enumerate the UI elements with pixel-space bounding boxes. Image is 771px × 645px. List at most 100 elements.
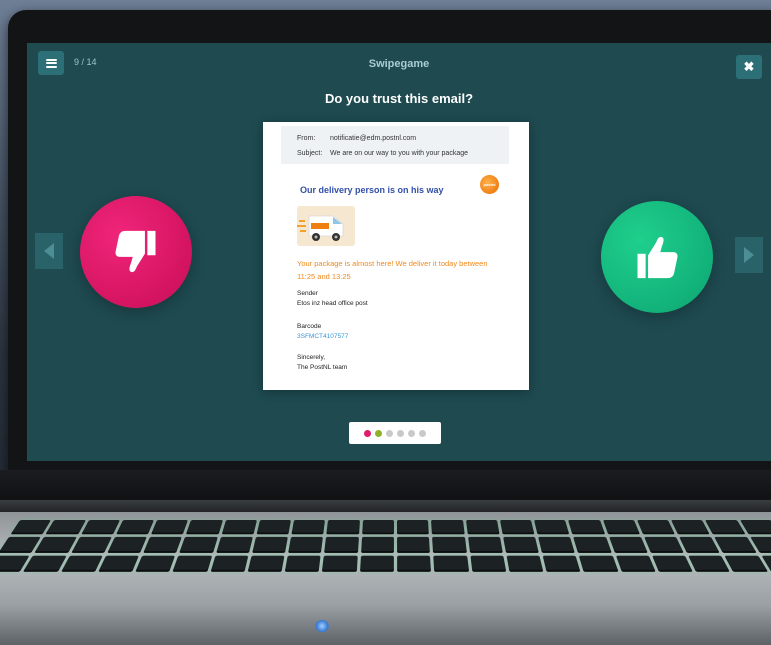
close-icon: ✖ bbox=[743, 59, 755, 74]
keyboard-key bbox=[602, 520, 640, 535]
chevron-right-icon bbox=[744, 247, 754, 263]
signature-text: The PostNL team bbox=[297, 364, 348, 371]
keyboard-key bbox=[210, 555, 249, 572]
email-from-value: notificatie@edm.postnl.com bbox=[330, 135, 417, 142]
keyboard-key bbox=[322, 555, 358, 572]
keyboard-key bbox=[284, 555, 322, 572]
keyboard-key bbox=[247, 555, 285, 572]
keyboard-key bbox=[671, 520, 711, 535]
keyboard-key bbox=[324, 537, 359, 553]
email-subject-row: Subject: We are on our way to you with y… bbox=[297, 150, 468, 157]
keyboard-key bbox=[172, 555, 212, 572]
trust-button[interactable] bbox=[601, 201, 713, 313]
keyboard-key bbox=[714, 537, 757, 553]
keyboard-key bbox=[80, 520, 120, 535]
keyboard-key bbox=[534, 520, 570, 535]
keyboard-key bbox=[651, 555, 693, 572]
keyboard-key bbox=[115, 520, 155, 535]
close-button[interactable]: ✖ bbox=[736, 55, 762, 79]
keyboard-key bbox=[151, 520, 189, 535]
laptop-keyboard bbox=[0, 520, 771, 572]
pager-dot[interactable] bbox=[419, 429, 426, 437]
keyboard-key bbox=[615, 555, 656, 572]
keyboard-key bbox=[433, 555, 469, 572]
keyboard-key bbox=[579, 555, 619, 572]
barcode-label: Barcode bbox=[297, 323, 322, 330]
keyboard-key bbox=[23, 555, 67, 572]
keyboard-key bbox=[252, 537, 289, 553]
pager-dot[interactable] bbox=[375, 429, 382, 437]
app-title: Swipegame bbox=[368, 58, 430, 70]
thumbs-down-icon bbox=[115, 230, 156, 273]
keyboard-key bbox=[538, 537, 576, 553]
keyboard-key bbox=[143, 537, 183, 553]
keyboard-key bbox=[71, 537, 112, 553]
next-button[interactable] bbox=[735, 237, 763, 273]
keyboard-key bbox=[431, 520, 465, 535]
keyboard-key bbox=[679, 537, 720, 553]
keyboard-key bbox=[573, 537, 612, 553]
keyboard-key bbox=[644, 537, 684, 553]
delivery-van-icon bbox=[297, 215, 344, 241]
keyboard-key bbox=[360, 537, 394, 553]
keyboard-key bbox=[215, 537, 253, 553]
email-heading: Our delivery person is on his way bbox=[300, 185, 444, 195]
email-subject-label: Subject: bbox=[297, 150, 323, 157]
keyboard-key bbox=[361, 520, 394, 535]
keyboard-key bbox=[636, 520, 676, 535]
pager-dot[interactable] bbox=[364, 429, 371, 437]
barcode-block: Barcode 3SFMCT4107577 bbox=[297, 322, 348, 342]
pager-dot[interactable] bbox=[408, 429, 415, 437]
keyboard-key bbox=[688, 555, 731, 572]
keyboard-key bbox=[432, 537, 467, 553]
keyboard-key bbox=[186, 520, 223, 535]
question-title: Do you trust this email? bbox=[324, 91, 474, 106]
keyboard-key bbox=[60, 555, 103, 572]
pager-dots bbox=[349, 422, 441, 444]
keyboard-key bbox=[107, 537, 147, 553]
email-subject-value: We are on our way to you with your packa… bbox=[330, 150, 469, 157]
barcode-link[interactable]: 3SFMCT4107577 bbox=[297, 332, 348, 342]
email-header: From: notificatie@edm.postnl.com Subject… bbox=[281, 126, 509, 164]
keyboard-key bbox=[45, 520, 86, 535]
email-from-label: From: bbox=[297, 135, 316, 142]
postnl-logo-text: postnl bbox=[483, 182, 496, 187]
pager-dot[interactable] bbox=[397, 429, 404, 437]
keyboard-key bbox=[499, 520, 535, 535]
keyboard-key bbox=[179, 537, 218, 553]
keyboard-key bbox=[467, 537, 503, 553]
keyboard-key bbox=[568, 520, 605, 535]
keyboard-key bbox=[135, 555, 176, 572]
sender-block: Sender Etos inz head office post bbox=[297, 289, 368, 309]
delivery-notice: Your package is almost here! We deliver … bbox=[297, 259, 488, 281]
keyboard-key bbox=[724, 555, 768, 572]
postnl-logo: postnl bbox=[480, 175, 499, 194]
keyboard-key bbox=[469, 555, 507, 572]
power-led bbox=[315, 620, 329, 632]
email-card[interactable]: From: notificatie@edm.postnl.com Subject… bbox=[263, 122, 529, 390]
email-from-row: From: notificatie@edm.postnl.com bbox=[297, 135, 416, 142]
sender-value: Etos inz head office post bbox=[297, 300, 368, 307]
thumbs-up-icon bbox=[637, 236, 678, 279]
keyboard-key bbox=[397, 520, 430, 535]
keyboard-key bbox=[397, 537, 431, 553]
delivery-van-image bbox=[297, 206, 355, 246]
keyboard-key bbox=[705, 520, 746, 535]
pager-dot[interactable] bbox=[386, 429, 393, 437]
keyboard-key bbox=[34, 537, 77, 553]
keyboard-key bbox=[608, 537, 648, 553]
keyboard-key bbox=[359, 555, 394, 572]
keyboard-key bbox=[98, 555, 140, 572]
sender-label: Sender bbox=[297, 290, 318, 297]
distrust-button[interactable] bbox=[80, 196, 192, 308]
keyboard-key bbox=[291, 520, 326, 535]
keyboard-key bbox=[465, 520, 500, 535]
previous-button[interactable] bbox=[35, 233, 63, 269]
keyboard-key bbox=[288, 537, 324, 553]
keyboard-key bbox=[506, 555, 544, 572]
chevron-left-icon bbox=[44, 243, 54, 259]
keyboard-key bbox=[542, 555, 581, 572]
closing-text: Sincerely, bbox=[297, 354, 326, 361]
keyboard-key bbox=[397, 555, 432, 572]
swipegame-screen: 9 / 14 Swipegame ✖ Do you trust this ema… bbox=[27, 43, 771, 461]
